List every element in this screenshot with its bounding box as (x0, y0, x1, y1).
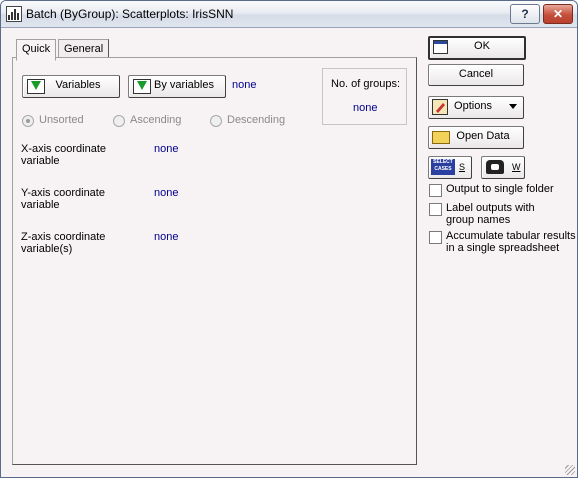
variables-button[interactable]: Variables (22, 75, 120, 98)
select-cases-icon-top: SELECT (433, 159, 453, 165)
x-axis-label-line2: variable (21, 155, 60, 167)
y-axis-label: Y-axis coordinate variable (21, 187, 105, 211)
tab-general[interactable]: General (58, 39, 110, 59)
select-cases-key: S (459, 162, 466, 172)
by-variables-value: none (232, 79, 257, 91)
y-axis-label-line2: variable (21, 199, 60, 211)
checkbox-box-label-outputs (429, 203, 442, 216)
z-axis-label: Z-axis coordinate variable(s) (21, 231, 105, 255)
tab-quick[interactable]: Quick (16, 39, 57, 61)
groups-label: No. of groups: (331, 78, 401, 90)
by-variables-button-label: By variables (154, 79, 214, 91)
radio-label-descending: Descending (227, 114, 286, 126)
radio-label-unsorted: Unsorted (39, 114, 84, 126)
weight-key: W (512, 162, 521, 172)
z-axis-value: none (154, 231, 179, 243)
by-variables-button[interactable]: By variables (128, 75, 226, 98)
options-button[interactable]: Options (428, 96, 524, 119)
y-axis-value: none (154, 187, 179, 199)
app-icon (6, 6, 22, 22)
checkbox-box-accumulate-results (429, 231, 442, 244)
cancel-label: Cancel (458, 68, 494, 80)
z-axis-label-line2: variable(s) (21, 243, 73, 255)
ok-button[interactable]: OK (428, 36, 526, 60)
radio-dot-ascending (113, 115, 125, 127)
options-label: Options (454, 100, 492, 112)
cancel-button[interactable]: Cancel (428, 64, 524, 86)
checkbox-accumulate-line2: in a single spreadsheet (446, 242, 560, 254)
x-axis-label: X-axis coordinate variable (21, 143, 106, 167)
radio-dot-descending (210, 115, 222, 127)
checkbox-accumulate-line1: Accumulate tabular results (446, 230, 576, 242)
checkbox-label-outputs-line2: group names (446, 214, 511, 226)
groups-value: none (353, 102, 378, 114)
groups-box (322, 68, 407, 125)
variables-button-label: Variables (55, 79, 101, 91)
batch-dialog-window: Batch (ByGroup): Scatterplots: IrisSNN ?… (0, 0, 578, 478)
select-cases-icon-bottom: CASES (434, 166, 452, 172)
chevron-down-icon (509, 104, 517, 109)
weight-icon (486, 160, 504, 174)
weight-button[interactable]: W (481, 156, 525, 179)
x-axis-label-line1: X-axis coordinate (21, 143, 106, 155)
radio-label-ascending: Ascending (130, 114, 182, 126)
radio-dot-unsorted (22, 115, 34, 127)
select-cases-button[interactable]: SELECT CASES S (428, 156, 472, 179)
select-cases-icon: SELECT CASES (431, 159, 455, 175)
window-title: Batch (ByGroup): Scatterplots: IrisSNN (26, 7, 234, 21)
z-axis-label-line1: Z-axis coordinate (21, 231, 106, 243)
resize-grip[interactable] (565, 465, 575, 475)
close-button[interactable]: ✕ (543, 4, 573, 24)
ok-label: OK (474, 40, 490, 52)
open-data-label: Open Data (456, 130, 510, 142)
x-axis-value: none (154, 143, 179, 155)
title-bar[interactable]: Batch (ByGroup): Scatterplots: IrisSNN ?… (1, 1, 577, 28)
checkbox-label-output-single-folder: Output to single folder (446, 183, 554, 195)
open-data-button[interactable]: Open Data (428, 126, 524, 149)
checkbox-box-output-single-folder (429, 184, 442, 197)
checkbox-label-outputs-line1: Label outputs with (446, 202, 535, 214)
help-button[interactable]: ? (510, 4, 540, 24)
y-axis-label-line1: Y-axis coordinate (21, 187, 105, 199)
